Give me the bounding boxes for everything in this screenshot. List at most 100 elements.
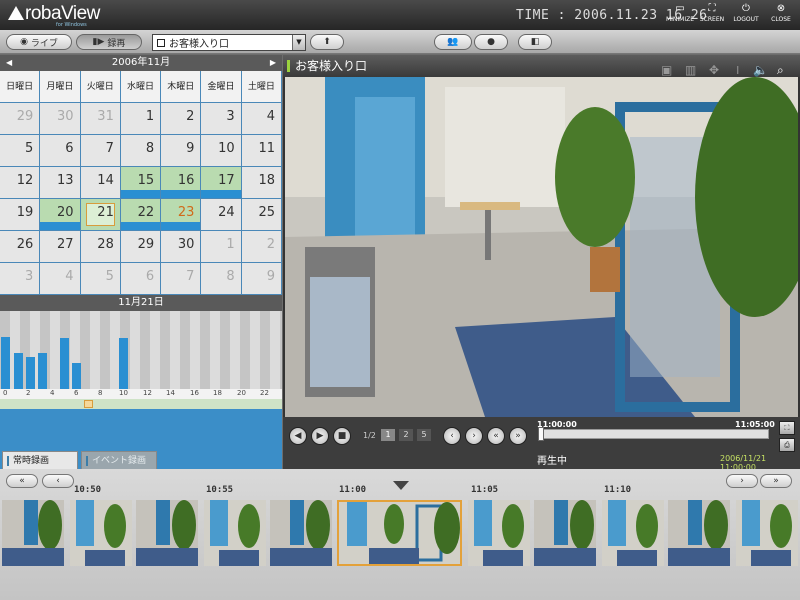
calendar-day[interactable]: 2 (241, 231, 282, 263)
next-month-button[interactable]: ▶ (270, 55, 276, 71)
calendar-day-today[interactable]: 23 (161, 199, 202, 231)
fullscreen-button[interactable]: ⛶ (779, 421, 795, 435)
calendar-day[interactable]: 29 (0, 103, 41, 135)
calendar-day[interactable]: 3 (0, 263, 41, 295)
calendar-day[interactable]: 5 (0, 135, 41, 167)
print-button[interactable]: ⎙ (779, 438, 795, 452)
strip-forward-button[interactable]: › (726, 474, 758, 488)
seek-end-time: 11:05:00 (735, 420, 775, 429)
time-marker[interactable] (84, 400, 93, 408)
calendar-day[interactable]: 6 (120, 263, 162, 295)
thumbnail-current[interactable] (337, 500, 462, 566)
calendar-day[interactable]: 1 (120, 103, 162, 135)
calendar-day[interactable]: 26 (0, 231, 41, 263)
page-2[interactable]: 2 (399, 429, 413, 441)
thumbnail[interactable] (534, 500, 596, 566)
fast-rewind-button[interactable]: « (487, 427, 505, 445)
thumbnail[interactable] (270, 500, 332, 566)
fast-forward-button[interactable]: » (509, 427, 527, 445)
calendar-day[interactable]: 3 (201, 103, 242, 135)
page-5[interactable]: 5 (417, 429, 431, 441)
calendar-day[interactable]: 25 (241, 199, 282, 231)
time-marker-track[interactable] (0, 399, 282, 409)
calendar-day[interactable]: 16 (161, 167, 202, 199)
calendar-day[interactable]: 7 (161, 263, 202, 295)
calendar-day[interactable]: 4 (241, 103, 282, 135)
thumbnail[interactable] (602, 500, 664, 566)
layout-button[interactable]: ◧ (518, 34, 552, 50)
seek-thumb[interactable] (538, 427, 544, 441)
strip-fast-back-button[interactable]: « (6, 474, 38, 488)
minimize-button[interactable]: ▭ MINIMIZE (662, 3, 698, 24)
tab-event-recording[interactable]: イベント録画 (81, 451, 157, 469)
multi-user-button[interactable]: 👥 (434, 34, 472, 50)
calendar-day-selected[interactable]: 21 (80, 199, 121, 231)
thumbnail-image (602, 500, 664, 566)
calendar-day[interactable]: 8 (201, 263, 242, 295)
next-frame-button[interactable]: › (465, 427, 483, 445)
thumbnail[interactable] (2, 500, 64, 566)
calendar-day[interactable]: 5 (80, 263, 121, 295)
calendar-day[interactable]: 31 (80, 103, 121, 135)
calendar-day[interactable]: 10 (201, 135, 242, 167)
calendar-day[interactable]: 22 (120, 199, 162, 231)
calendar-day[interactable]: 29 (120, 231, 162, 263)
minimize-icon: ▭ (675, 3, 685, 14)
calendar-day[interactable]: 13 (40, 167, 81, 199)
calendar-day[interactable]: 17 (201, 167, 242, 199)
play-button[interactable]: ▶ (311, 427, 329, 445)
thumbnail[interactable] (136, 500, 198, 566)
calendar-day[interactable]: 15 (120, 167, 162, 199)
calendar-day[interactable]: 20 (40, 199, 81, 231)
calendar-day[interactable]: 6 (40, 135, 81, 167)
prev-month-button[interactable]: ◀ (6, 55, 12, 71)
close-button[interactable]: ⊗ CLOSE (763, 4, 799, 24)
calendar-day[interactable]: 30 (161, 231, 202, 263)
calendar-day[interactable]: 18 (241, 167, 282, 199)
calendar-day[interactable]: 9 (241, 263, 282, 295)
screen-button[interactable]: ⛶ SCREEN (694, 4, 730, 24)
video-frame[interactable] (285, 77, 798, 417)
prev-frame-button[interactable]: ‹ (443, 427, 461, 445)
strip-fast-forward-button[interactable]: » (760, 474, 792, 488)
calendar-day[interactable]: 7 (80, 135, 121, 167)
thumbnail[interactable] (736, 500, 798, 566)
calendar-day[interactable]: 27 (40, 231, 81, 263)
camera-select[interactable]: お客様入り口 ▼ (152, 34, 306, 51)
tab-normal-recording[interactable]: 常時録画 (2, 451, 78, 469)
thumbnail[interactable] (204, 500, 266, 566)
calendar-day[interactable]: 11 (241, 135, 282, 167)
upload-button[interactable]: ⬆ (310, 34, 344, 50)
dow-sun: 日曜日 (0, 71, 41, 103)
day-timeline-bars[interactable] (0, 311, 282, 389)
calendar-day[interactable]: 19 (0, 199, 41, 231)
calendar-grid: 日曜日 月曜日 火曜日 水曜日 木曜日 金曜日 土曜日 29 30 31 1 2… (0, 71, 282, 295)
thumbnail[interactable] (668, 500, 730, 566)
stop-button[interactable]: ■ (333, 427, 351, 445)
thumbnail[interactable] (468, 500, 530, 566)
seek-bar[interactable] (538, 427, 769, 441)
tab-indicator (7, 456, 9, 466)
calendar-day[interactable]: 30 (40, 103, 81, 135)
calendar-day[interactable]: 24 (201, 199, 242, 231)
live-button[interactable]: ◉ ライブ (6, 34, 72, 50)
stop-icon: ■ (337, 431, 347, 441)
calendar-day[interactable]: 9 (161, 135, 202, 167)
rewind-button[interactable]: ◀ (289, 427, 307, 445)
calendar-day[interactable]: 2 (161, 103, 202, 135)
single-user-button[interactable]: ● (474, 34, 508, 50)
strip-back-button[interactable]: ‹ (42, 474, 74, 488)
thumbnail[interactable] (70, 500, 132, 566)
logout-button[interactable]: ⏻ LOGOUT (728, 4, 764, 24)
page-1[interactable]: 1 (381, 429, 395, 441)
calendar-day[interactable]: 28 (80, 231, 121, 263)
chevron-down-icon[interactable]: ▼ (292, 35, 305, 50)
calendar-day[interactable]: 12 (0, 167, 41, 199)
title-bar: robaView for Windows TIME : 2006.11.23 1… (0, 0, 800, 30)
fullscreen-icon: ⛶ (784, 424, 790, 432)
calendar-day[interactable]: 8 (120, 135, 162, 167)
calendar-day[interactable]: 4 (40, 263, 81, 295)
calendar-day[interactable]: 14 (80, 167, 121, 199)
record-playback-button[interactable]: ▮▶ 録再 (76, 34, 142, 50)
calendar-day[interactable]: 1 (201, 231, 242, 263)
